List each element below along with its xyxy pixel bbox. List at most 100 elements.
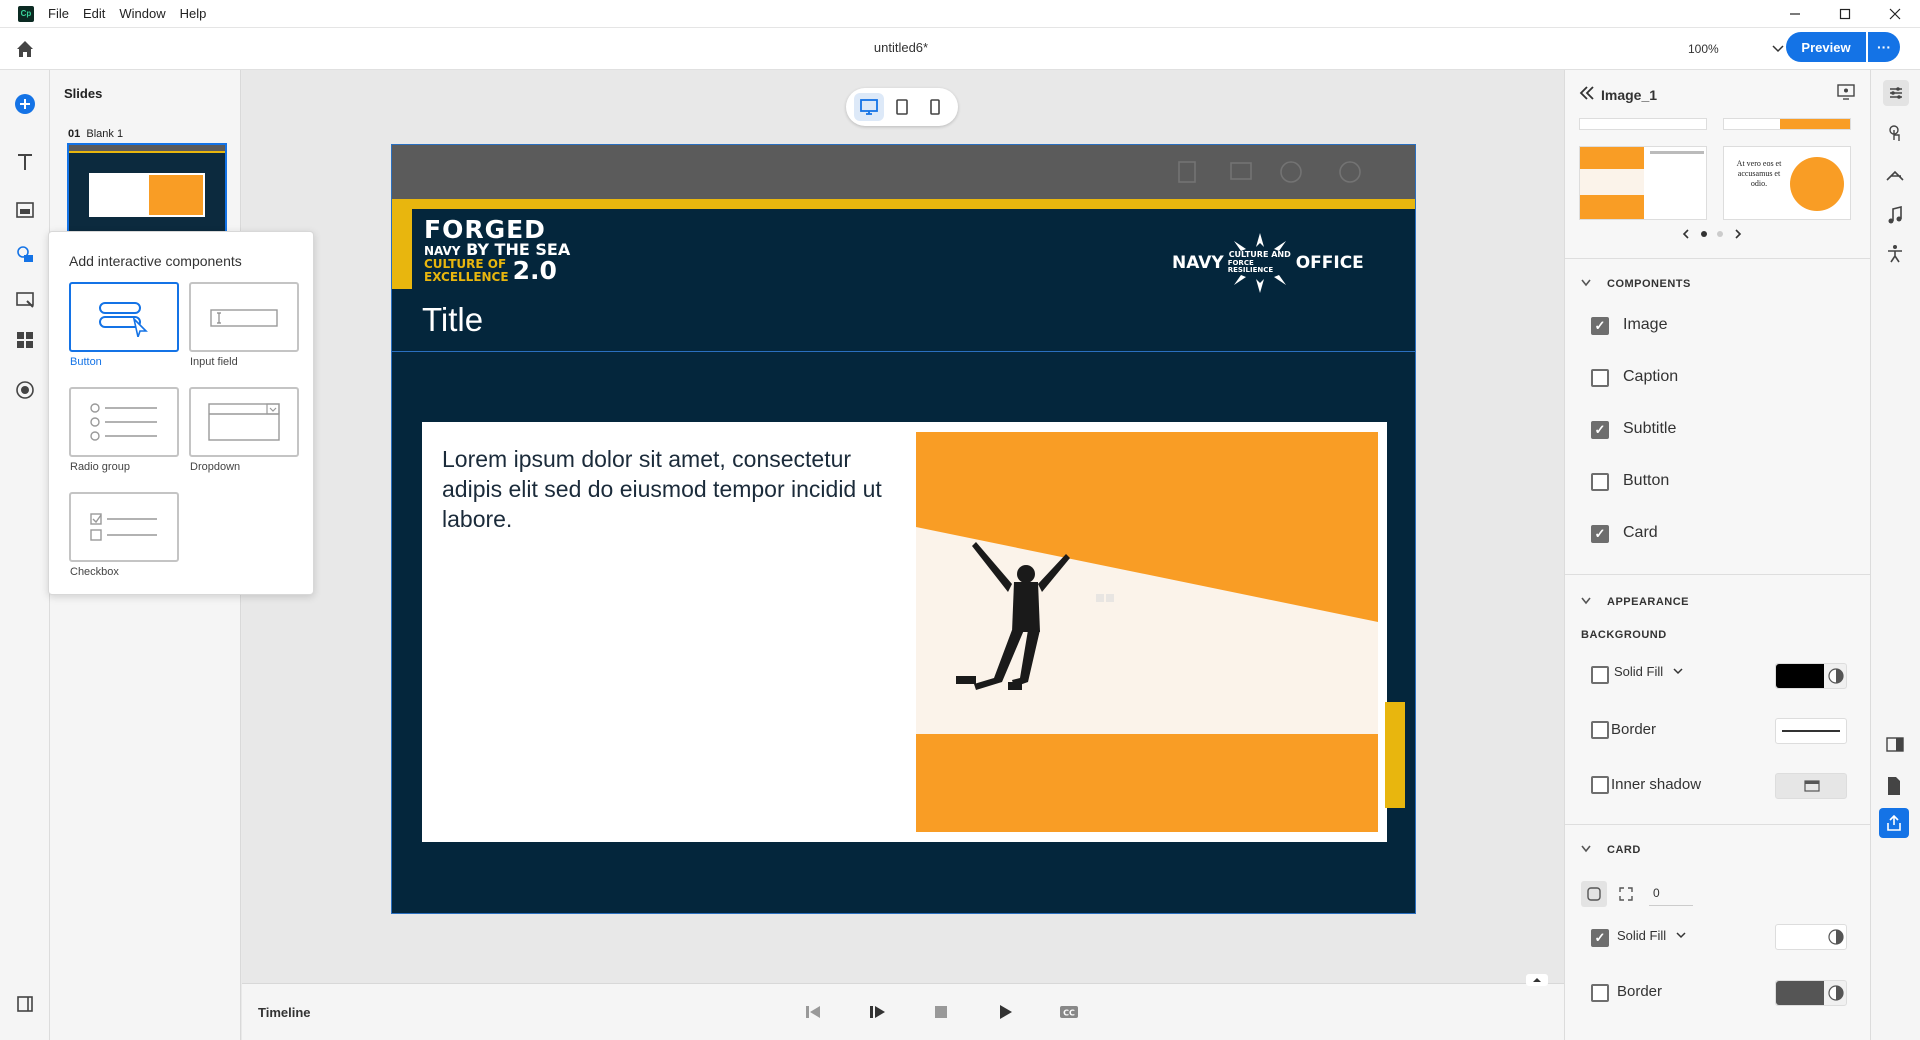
components-section-title: COMPONENTS	[1607, 278, 1691, 290]
corner-radius-individual-button[interactable]	[1613, 881, 1639, 907]
style-thumbnail-1[interactable]	[1579, 146, 1707, 220]
caption-checkbox-label: Caption	[1623, 368, 1679, 385]
close-window-button[interactable]	[1870, 0, 1920, 28]
border-style-select[interactable]	[1775, 718, 1847, 744]
subtitle-checkbox[interactable]: ✓	[1591, 421, 1609, 439]
chevron-left-icon[interactable]	[1682, 229, 1690, 239]
play-step-button[interactable]	[864, 999, 890, 1025]
properties-tab-button[interactable]	[1883, 80, 1909, 106]
preview-button[interactable]: Preview	[1786, 32, 1866, 62]
slide-thumb-label: 01 Blank 1	[68, 128, 123, 140]
pager-dot-active[interactable]	[1700, 231, 1707, 237]
slide-thumbnail[interactable]	[67, 143, 227, 233]
corner-radius-input[interactable]: 0	[1649, 882, 1693, 906]
inner-shadow-settings-button[interactable]	[1775, 773, 1847, 799]
card-checkbox-label: Card	[1623, 524, 1658, 541]
previous-slide-button[interactable]	[800, 999, 826, 1025]
accessibility-tab-button[interactable]	[1885, 244, 1905, 267]
play-button[interactable]	[992, 999, 1018, 1025]
animation-icon	[1886, 170, 1904, 181]
style-thumbnail-top-2[interactable]	[1723, 118, 1851, 130]
inner-shadow-label: Inner shadow	[1611, 776, 1702, 793]
card-border-checkbox[interactable]	[1591, 984, 1609, 1002]
more-options-button[interactable]: ···	[1868, 32, 1900, 62]
section-chevron-icon[interactable]	[1581, 845, 1591, 853]
slide-top-bar	[392, 145, 1415, 199]
closed-captions-button[interactable]: CC	[1056, 999, 1082, 1025]
image-checkbox[interactable]: ✓	[1591, 317, 1609, 335]
menu-edit[interactable]: Edit	[83, 6, 105, 21]
slide-title[interactable]: Title	[422, 301, 483, 339]
assets-tool-button[interactable]	[13, 328, 37, 352]
minimize-button[interactable]	[1770, 0, 1820, 28]
rounded-corner-icon	[1587, 887, 1601, 901]
media-tool-button[interactable]	[13, 198, 37, 222]
canvas-area: FORGED NAVY BY THE SEA CULTURE OF EXCELL…	[242, 70, 1564, 983]
timeline-expand-button[interactable]	[1526, 974, 1548, 986]
card-body-text[interactable]: Lorem ipsum dolor sit amet, consectetur …	[442, 444, 892, 534]
style-thumbnail-top-1[interactable]	[1579, 118, 1707, 130]
zoom-select[interactable]: 100%	[1688, 38, 1784, 60]
corner-radius-uniform-button[interactable]	[1581, 881, 1607, 907]
caption-checkbox[interactable]	[1591, 369, 1609, 387]
slide-canvas[interactable]: FORGED NAVY BY THE SEA CULTURE OF EXCELL…	[391, 144, 1416, 914]
button-checkbox[interactable]	[1591, 473, 1609, 491]
menu-file[interactable]: File	[48, 6, 69, 21]
slide-gold-block	[392, 209, 412, 289]
card-fill-type-select[interactable]: Solid Fill	[1617, 928, 1686, 943]
background-color-swatch[interactable]	[1775, 663, 1847, 689]
component-radio-group-card[interactable]	[69, 387, 179, 457]
background-solid-fill-checkbox[interactable]	[1591, 666, 1609, 684]
publish-button[interactable]	[1879, 808, 1909, 838]
document-button[interactable]	[1885, 776, 1903, 799]
component-input-field-card[interactable]	[189, 282, 299, 352]
card-border-color-swatch[interactable]	[1775, 980, 1847, 1006]
interactions-tab-button[interactable]	[1885, 124, 1905, 147]
tablet-view-button[interactable]	[887, 93, 917, 121]
card-fill-color-swatch[interactable]	[1775, 924, 1847, 950]
interactive-tool-button[interactable]	[13, 242, 37, 266]
properties-header: Image_1	[1565, 70, 1870, 118]
grid-icon	[17, 332, 33, 348]
preview-element-button[interactable]	[1837, 84, 1855, 103]
maximize-button[interactable]	[1820, 0, 1870, 28]
menu-bar: Cp File Edit Window Help	[0, 0, 1920, 28]
text-tool-button[interactable]	[13, 150, 37, 174]
section-chevron-icon[interactable]	[1581, 279, 1591, 287]
background-border-checkbox[interactable]	[1591, 721, 1609, 739]
chevron-right-icon[interactable]	[1734, 229, 1742, 239]
menu-window[interactable]: Window	[119, 6, 165, 21]
section-chevron-icon[interactable]	[1581, 597, 1591, 605]
card-image[interactable]	[916, 432, 1378, 832]
step-play-icon	[870, 1006, 885, 1018]
panel-toggle-button[interactable]	[13, 992, 37, 1016]
inner-shadow-checkbox[interactable]	[1591, 776, 1609, 794]
component-checkbox-card[interactable]	[69, 492, 179, 562]
component-dropdown-card[interactable]	[189, 387, 299, 457]
image-checkbox-label: Image	[1623, 316, 1668, 333]
card-solid-fill-checkbox[interactable]: ✓	[1591, 929, 1609, 947]
stop-button[interactable]	[928, 999, 954, 1025]
menu-help[interactable]: Help	[180, 6, 207, 21]
record-button[interactable]	[13, 378, 37, 402]
add-button[interactable]	[13, 92, 37, 116]
audio-tab-button[interactable]	[1885, 205, 1905, 229]
music-note-icon	[1888, 205, 1902, 224]
appearance-section-title: APPEARANCE	[1607, 596, 1690, 608]
logo-culture-text: CULTURE OF	[424, 257, 507, 271]
mobile-view-button[interactable]	[920, 93, 950, 121]
pager-dot[interactable]	[1717, 231, 1724, 237]
logo-forged-text: FORGED	[424, 215, 546, 244]
component-button-card[interactable]	[69, 282, 179, 352]
content-card[interactable]: Lorem ipsum dolor sit amet, consectetur …	[422, 422, 1387, 842]
desktop-view-button[interactable]	[853, 93, 884, 121]
minimize-icon	[1790, 13, 1800, 15]
widgets-tool-button[interactable]	[13, 288, 37, 312]
layout-button[interactable]	[1885, 736, 1905, 757]
style-thumbnail-2[interactable]: At vero eos et accusamus et odio.	[1723, 146, 1851, 220]
card-checkbox[interactable]: ✓	[1591, 525, 1609, 543]
close-icon	[1889, 8, 1901, 20]
animations-tab-button[interactable]	[1885, 166, 1905, 189]
collapse-panel-button[interactable]	[1579, 86, 1595, 103]
background-fill-type-select[interactable]: Solid Fill	[1614, 664, 1683, 679]
